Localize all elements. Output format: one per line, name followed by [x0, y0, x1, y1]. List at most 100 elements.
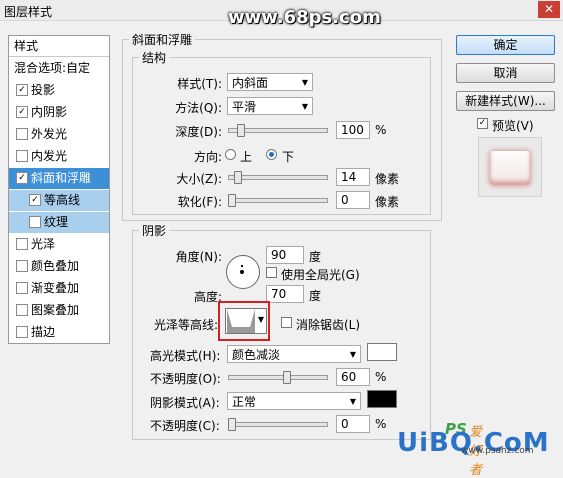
soften-input[interactable]: 0 — [336, 191, 370, 209]
angle-unit: 度 — [309, 250, 322, 264]
checkbox[interactable] — [16, 325, 28, 338]
gloss-contour-picker[interactable]: ▼ — [225, 308, 267, 334]
shadow-mode-label: 阴影模式(A): — [150, 396, 220, 410]
angle-label: 角度(N): — [175, 250, 222, 264]
direction-up-radio[interactable] — [225, 149, 236, 160]
checkbox[interactable] — [16, 149, 28, 162]
direction-up-label: 上 — [240, 150, 253, 164]
soften-unit: 像素 — [375, 195, 400, 209]
sidebar-item-satin[interactable]: 光泽 — [9, 234, 109, 255]
styles-sidebar: 样式 混合选项:自定 ✓ 投影 ✓ 内阴影 外发光 内发光 ✓ 斜面和浮雕 ✓ 等高线 … — [8, 35, 110, 344]
style-dropdown[interactable]: 内斜面 ▼ — [227, 73, 313, 91]
sidebar-item-inner-shadow[interactable]: ✓ 内阴影 — [9, 102, 109, 123]
shadow-opacity-slider-track[interactable] — [228, 422, 328, 427]
highlight-mode-value: 颜色减淡 — [232, 348, 281, 362]
ok-button[interactable]: 确定 — [456, 35, 555, 55]
highlight-mode-dropdown[interactable]: 颜色减淡 ▼ — [227, 345, 361, 363]
technique-label: 方法(Q): — [175, 101, 222, 115]
sidebar-item-label: 斜面和浮雕 — [31, 171, 92, 185]
checkbox[interactable] — [16, 259, 28, 272]
sidebar-item-inner-glow[interactable]: 内发光 — [9, 146, 109, 167]
style-value: 内斜面 — [232, 76, 269, 90]
checkbox[interactable] — [29, 215, 41, 228]
angle-indicator-icon — [241, 265, 243, 267]
technique-value: 平滑 — [232, 100, 257, 114]
shadow-mode-value: 正常 — [232, 395, 257, 409]
preview-checkbox[interactable]: ✓ — [477, 118, 488, 129]
sidebar-item-label: 图案叠加 — [31, 303, 80, 317]
new-style-button[interactable]: 新建样式(W)... — [456, 91, 555, 111]
checkbox[interactable] — [16, 281, 28, 294]
sidebar-item-label: 光泽 — [31, 237, 56, 251]
direction-label: 方向: — [193, 150, 222, 164]
altitude-input[interactable]: 70 — [266, 285, 304, 303]
angle-center-icon — [240, 270, 244, 274]
depth-slider-thumb[interactable] — [237, 124, 246, 137]
sidebar-item-label: 描边 — [31, 325, 56, 339]
angle-dial[interactable] — [226, 255, 260, 289]
depth-label: 深度(D): — [175, 125, 222, 139]
checkbox[interactable] — [16, 303, 28, 316]
shadow-opacity-slider-thumb[interactable] — [228, 418, 236, 431]
sidebar-item-drop-shadow[interactable]: ✓ 投影 — [9, 80, 109, 101]
checkbox[interactable]: ✓ — [16, 105, 28, 118]
highlight-opacity-input[interactable]: 60 — [336, 368, 370, 386]
sidebar-item-outer-glow[interactable]: 外发光 — [9, 124, 109, 145]
highlight-opacity-slider-thumb[interactable] — [283, 371, 292, 384]
size-label: 大小(Z): — [176, 172, 222, 186]
global-light-checkbox[interactable] — [266, 267, 277, 278]
chevron-down-icon: ▼ — [301, 78, 308, 87]
size-slider-thumb[interactable] — [233, 171, 242, 184]
antialias-checkbox[interactable] — [281, 317, 292, 328]
highlight-color-swatch[interactable] — [367, 343, 397, 361]
sidebar-item-bevel-emboss[interactable]: ✓ 斜面和浮雕 — [9, 168, 109, 189]
shadow-color-swatch[interactable] — [367, 390, 397, 408]
sidebar-item-label: 渐变叠加 — [31, 281, 80, 295]
sidebar-header[interactable]: 样式 — [9, 36, 109, 57]
checkbox[interactable] — [16, 237, 28, 250]
sidebar-item-texture[interactable]: 纹理 — [9, 212, 109, 233]
chevron-down-icon: ▼ — [349, 350, 356, 359]
preview-label: 预览(V) — [492, 119, 534, 133]
contour-curve-icon — [227, 309, 255, 333]
checkbox[interactable]: ✓ — [16, 171, 28, 184]
site-url: www.psahz.com — [461, 446, 534, 456]
chevron-down-icon: ▼ — [257, 315, 264, 324]
checkbox[interactable]: ✓ — [16, 83, 28, 96]
highlight-opacity-label: 不透明度(O): — [150, 372, 221, 386]
cancel-button[interactable]: 取消 — [456, 63, 555, 83]
antialias-label: 消除锯齿(L) — [296, 318, 361, 332]
shadow-opacity-input[interactable]: 0 — [336, 415, 370, 433]
sidebar-item-contour[interactable]: ✓ 等高线 — [9, 190, 109, 211]
technique-dropdown[interactable]: 平滑 ▼ — [227, 97, 313, 115]
soften-slider-thumb[interactable] — [228, 194, 236, 207]
angle-input[interactable]: 90 — [266, 246, 304, 264]
watermark-top: www.68ps.com — [228, 7, 381, 28]
altitude-label: 高度: — [193, 290, 222, 304]
shadow-mode-dropdown[interactable]: 正常 ▼ — [227, 392, 361, 410]
depth-unit: % — [375, 123, 387, 137]
size-slider-track[interactable] — [228, 175, 328, 180]
sidebar-item-blending-options[interactable]: 混合选项:自定 — [9, 58, 109, 79]
checkbox[interactable] — [16, 127, 28, 140]
close-button[interactable]: ✕ — [538, 1, 560, 18]
chevron-down-icon: ▼ — [349, 397, 356, 406]
preview-swatch — [490, 151, 530, 185]
sidebar-item-gradient-overlay[interactable]: 渐变叠加 — [9, 278, 109, 299]
sidebar-item-label: 外发光 — [31, 127, 68, 141]
checkbox[interactable]: ✓ — [29, 193, 41, 206]
size-input[interactable]: 14 — [336, 168, 370, 186]
style-preview-thumbnail — [478, 137, 542, 197]
soften-slider-track[interactable] — [228, 198, 328, 203]
highlight-opacity-slider-track[interactable] — [228, 375, 328, 380]
depth-input[interactable]: 100 — [336, 121, 370, 139]
sidebar-item-label: 混合选项:自定 — [14, 61, 91, 75]
size-unit: 像素 — [375, 172, 400, 186]
sidebar-item-color-overlay[interactable]: 颜色叠加 — [9, 256, 109, 277]
sidebar-item-pattern-overlay[interactable]: 图案叠加 — [9, 300, 109, 321]
sidebar-item-label: 投影 — [31, 83, 56, 97]
sidebar-item-stroke[interactable]: 描边 — [9, 322, 109, 343]
direction-down-radio[interactable] — [266, 149, 277, 160]
style-label: 样式(T): — [177, 77, 222, 91]
global-light-label: 使用全局光(G) — [281, 268, 360, 282]
